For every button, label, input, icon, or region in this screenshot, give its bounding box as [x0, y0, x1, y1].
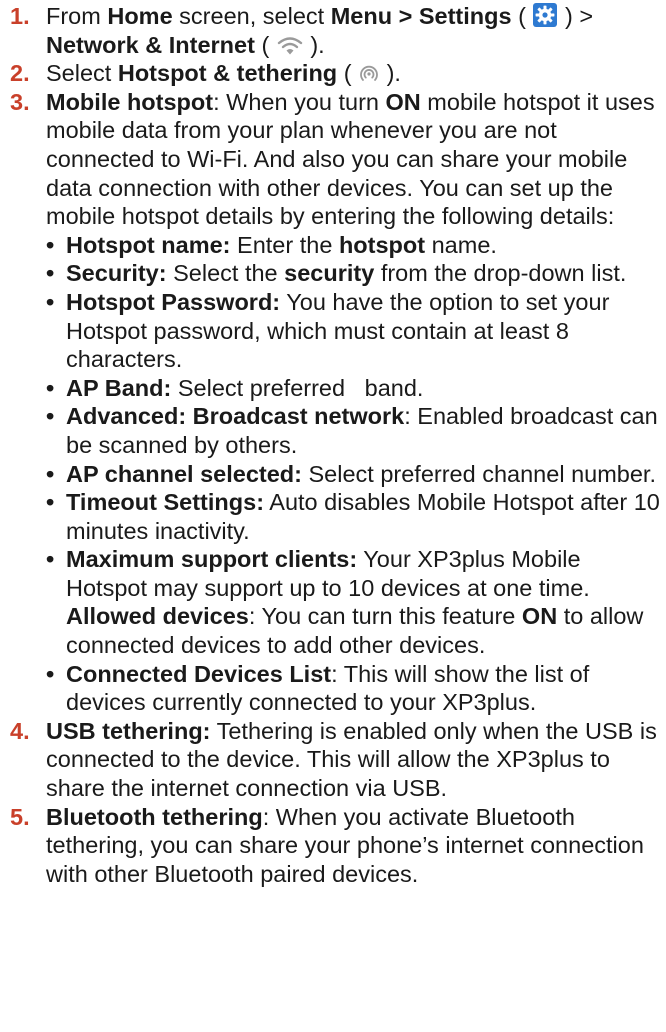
- step-number: 3.: [10, 88, 30, 115]
- step-2: 2. Select Hotspot & tethering ( ).: [10, 60, 401, 87]
- bullet-glyph: •: [46, 489, 55, 516]
- bullet-glyph: •: [46, 288, 55, 315]
- network-internet-label: Network & Internet: [46, 31, 255, 58]
- bullet-glyph: •: [46, 231, 55, 258]
- list-item: • Hotspot Password: You have the option …: [46, 288, 610, 373]
- step-3: 3. Mobile hotspot: When you turn ON mobi…: [10, 88, 655, 230]
- list-item: • Timeout Settings: Auto disables Mobile…: [46, 489, 660, 544]
- bullet-glyph: •: [46, 403, 55, 430]
- bullet-glyph: •: [46, 460, 55, 487]
- hotspot-icon: [358, 63, 380, 85]
- instruction-page: 1. From Home screen, select Menu > Setti…: [0, 0, 666, 1032]
- menu-settings-path: Menu > Settings: [330, 3, 512, 29]
- mobile-hotspot-label: Mobile hotspot: [46, 88, 214, 115]
- step-number: 4.: [10, 717, 30, 744]
- step-number: 2.: [10, 60, 30, 87]
- allowed-devices-note: Allowed devices: You can turn this featu…: [66, 603, 644, 659]
- bullet-glyph: •: [46, 374, 55, 401]
- hotspot-tethering-label: Hotspot & tethering: [117, 60, 338, 87]
- hotspot-details-list: • Hotspot name: Enter the hotspot name. …: [0, 231, 666, 717]
- bullet-glyph: •: [46, 660, 55, 687]
- step-1: 1. From Home screen, select Menu > Setti…: [10, 2, 594, 58]
- home-label: Home: [107, 3, 173, 29]
- settings-gear-icon: [532, 2, 558, 28]
- list-item: • AP channel selected: Select preferred …: [46, 460, 656, 487]
- list-item: • Security: Select the security from the…: [46, 260, 627, 287]
- list-item: • Connected Devices List: This will show…: [46, 660, 590, 716]
- list-item: • Advanced: Broadcast network: Enabled b…: [46, 403, 658, 458]
- usb-tethering-label: USB tethering:: [46, 717, 211, 744]
- step-number: 5.: [10, 803, 30, 830]
- bullet-glyph: •: [46, 260, 55, 287]
- wifi-icon: [276, 35, 304, 57]
- list-item: • Maximum support clients: Your XP3plus …: [46, 545, 666, 659]
- step-4: 4. USB tethering: Tethering is enabled o…: [10, 717, 657, 802]
- list-item: • AP Band: Select preferred band.: [46, 374, 424, 401]
- bullet-glyph: •: [46, 546, 55, 573]
- step-5: 5. Bluetooth tethering: When you activat…: [10, 803, 644, 887]
- list-item: • Hotspot name: Enter the hotspot name.: [46, 231, 497, 258]
- step-number: 1.: [10, 3, 30, 29]
- bluetooth-tethering-label: Bluetooth tethering: [46, 803, 263, 830]
